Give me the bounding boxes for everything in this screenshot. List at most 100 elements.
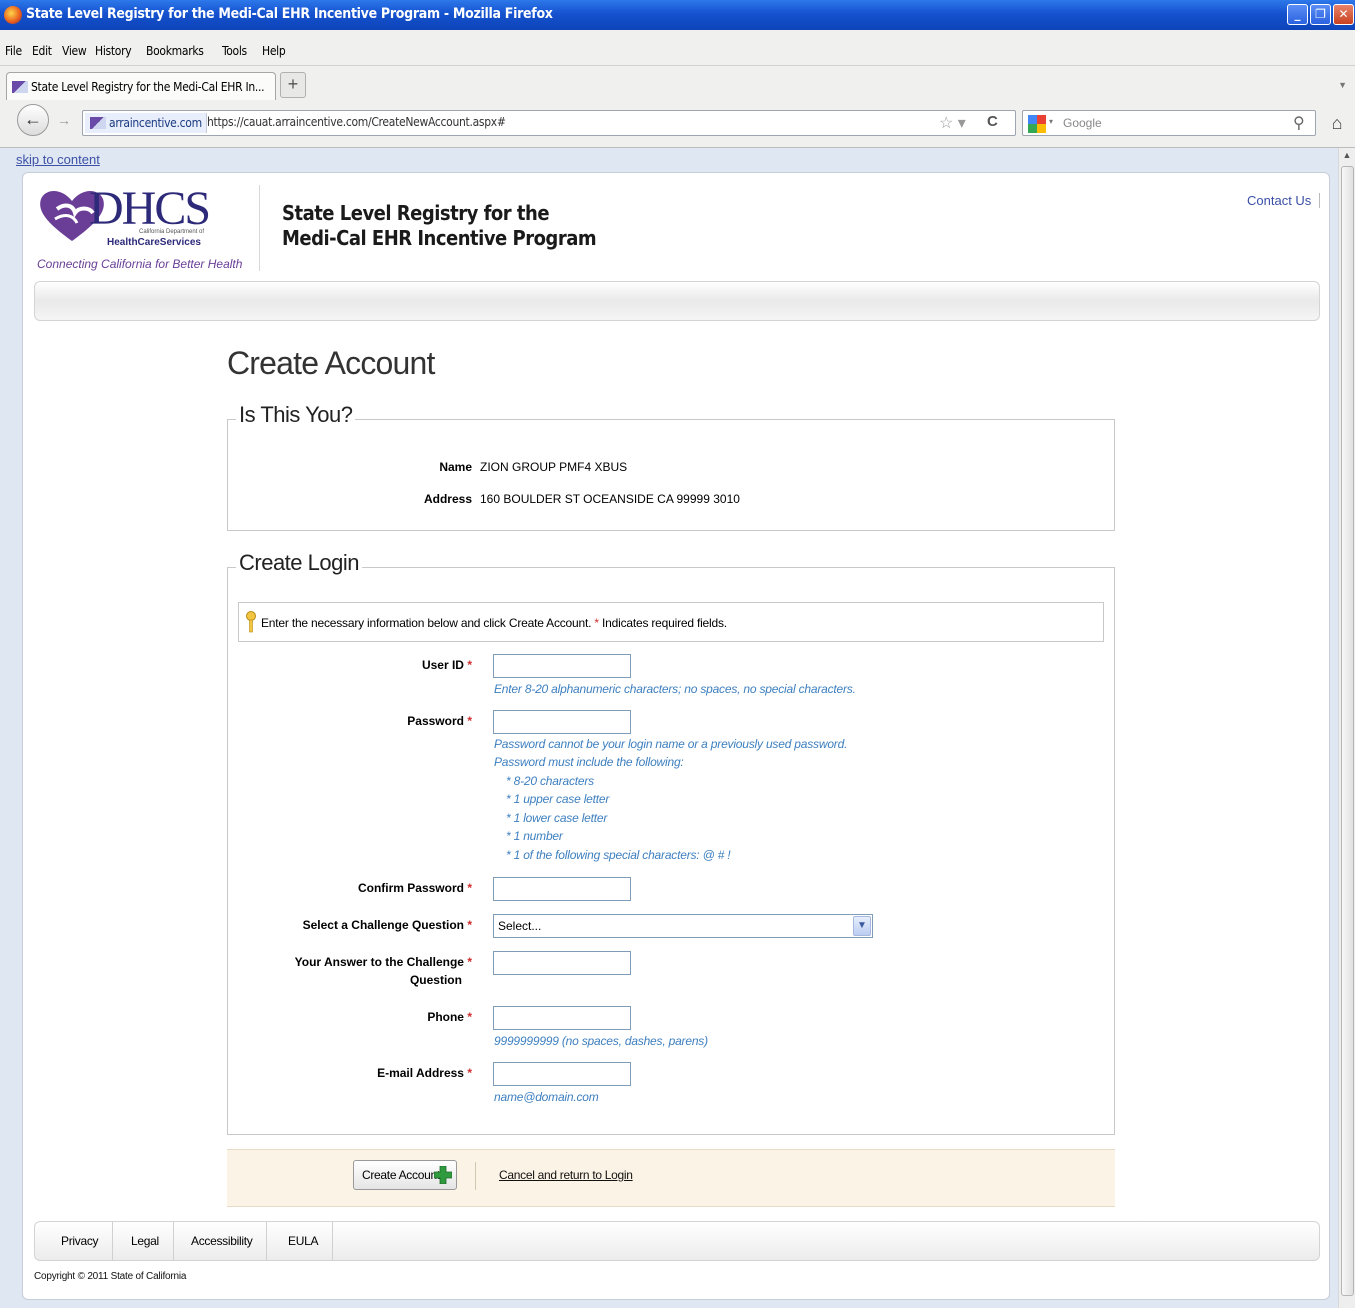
confirm-password-input[interactable] <box>493 877 631 901</box>
phone-hint: 9999999999 (no spaces, dashes, parens) <box>494 1034 708 1048</box>
chevron-down-icon[interactable]: ▼ <box>853 916 871 936</box>
restore-icon[interactable]: ❐ <box>1310 4 1331 25</box>
create-account-button[interactable]: Create Account <box>353 1160 457 1190</box>
menu-history[interactable]: History <box>95 44 132 58</box>
footer-legal-link[interactable]: Legal <box>117 1222 174 1260</box>
password-rule: * 1 number <box>506 829 563 843</box>
info-prefix: Enter the necessary information below an… <box>261 616 592 630</box>
user-id-label: User ID * <box>228 656 472 674</box>
create-login-section: Create Login Enter the necessary informa… <box>227 550 1115 1135</box>
password-hint-2: Password must include the following: <box>494 755 684 769</box>
google-engine-icon[interactable] <box>1028 115 1046 133</box>
tab-list-chevron-icon[interactable]: ▼ <box>1338 80 1347 90</box>
label-text: E-mail Address <box>377 1066 464 1080</box>
phone-input[interactable] <box>493 1006 631 1030</box>
password-rule: * 1 lower case letter <box>506 811 608 825</box>
firefox-icon <box>4 6 22 24</box>
skip-to-content-link[interactable]: skip to content <box>16 152 100 167</box>
search-bar[interactable]: ▾ Google ⚲ <box>1022 110 1316 136</box>
app-title-line-1: State Level Registry for the <box>282 201 550 225</box>
user-id-input[interactable] <box>493 654 631 678</box>
forward-button[interactable]: → <box>50 110 78 130</box>
password-label: Password * <box>228 712 472 730</box>
phone-label: Phone * <box>228 1008 472 1026</box>
page-viewport: skip to content DHCS California Departme… <box>0 148 1338 1308</box>
nav-strip <box>34 281 1320 321</box>
label-text: Your Answer to the Challenge <box>294 955 464 969</box>
label-text: Question <box>409 973 462 987</box>
menu-edit[interactable]: Edit <box>32 44 52 58</box>
is-this-you-section: Is This You? Name ZION GROUP PMF4 XBUS A… <box>227 402 1115 531</box>
menu-view[interactable]: View <box>62 44 87 58</box>
menu-tools[interactable]: Tools <box>222 44 247 58</box>
minimize-icon[interactable]: _ <box>1287 4 1308 25</box>
scroll-up-icon[interactable]: ▲ <box>1341 150 1353 162</box>
challenge-answer-input[interactable] <box>493 951 631 975</box>
info-text: Enter the necessary information below an… <box>261 616 727 630</box>
label-text: Phone <box>427 1010 464 1024</box>
url-text[interactable]: https://cauat.arraincentive.com/CreateNe… <box>207 115 506 129</box>
required-star: * <box>594 616 599 630</box>
password-rule: * 1 of the following special characters:… <box>506 848 731 862</box>
back-button[interactable]: ← <box>17 104 49 136</box>
menu-help[interactable]: Help <box>262 44 286 58</box>
search-placeholder: Google <box>1063 116 1102 130</box>
logo-subtitle: California Department of <box>139 229 205 235</box>
password-rule: * 8-20 characters <box>506 774 594 788</box>
bookmark-star-icon[interactable]: ☆ ▾ <box>939 113 966 133</box>
header-divider <box>259 185 260 271</box>
close-icon[interactable]: ✕ <box>1333 4 1354 25</box>
footer-privacy-link[interactable]: Privacy <box>35 1222 114 1260</box>
page-panel: DHCS California Department of HealthCare… <box>22 172 1330 1300</box>
password-input[interactable] <box>493 710 631 734</box>
required-star: * <box>467 881 472 895</box>
reload-icon[interactable]: C <box>987 113 998 130</box>
page-title: Create Account <box>227 345 435 381</box>
info-message: Enter the necessary information below an… <box>238 602 1104 642</box>
label-text: User ID <box>421 658 464 672</box>
password-rule: * 1 upper case letter <box>506 792 610 806</box>
site-favicon-icon <box>90 117 106 129</box>
required-star: * <box>467 955 472 969</box>
action-bar: Create Account Cancel and return to Logi… <box>227 1149 1115 1207</box>
tab-label: State Level Registry for the Medi-Cal EH… <box>31 80 265 94</box>
menu-bar: File Edit View History Bookmarks Tools H… <box>0 30 1355 66</box>
menu-bookmarks[interactable]: Bookmarks <box>146 44 204 58</box>
engine-dropdown-icon[interactable]: ▾ <box>1049 117 1053 126</box>
contact-us-link[interactable]: Contact Us <box>1247 193 1321 208</box>
section-legend: Create Login <box>236 550 362 576</box>
logo-wordmark: DHCS <box>89 182 211 235</box>
site-favicon-icon <box>12 81 28 93</box>
button-label: Create Account <box>362 1168 440 1182</box>
section-legend: Is This You? <box>236 402 356 428</box>
menu-file[interactable]: File <box>5 44 22 58</box>
address-label: Address <box>423 492 472 506</box>
required-star: * <box>467 658 472 672</box>
search-magnifier-icon[interactable]: ⚲ <box>1293 113 1305 133</box>
footer-eula-link[interactable]: EULA <box>274 1222 334 1260</box>
address-bar[interactable]: arraincentive.com https://cauat.arraince… <box>82 110 1016 136</box>
email-input[interactable] <box>493 1062 631 1086</box>
dhcs-logo[interactable]: DHCS California Department of HealthCare… <box>37 182 247 265</box>
new-tab-button[interactable]: + <box>280 72 306 98</box>
required-star: * <box>467 714 472 728</box>
label-text: Password <box>407 714 464 728</box>
cancel-return-login-link[interactable]: Cancel and return to Login <box>499 1168 633 1182</box>
home-icon[interactable]: ⌂ <box>1324 110 1350 136</box>
address-value: 160 BOULDER ST OCEANSIDE CA 99999 3010 <box>480 492 740 506</box>
tab-active[interactable]: State Level Registry for the Medi-Cal EH… <box>6 72 276 100</box>
site-identity-label: arraincentive.com <box>109 116 202 130</box>
required-star: * <box>467 1010 472 1024</box>
challenge-question-label: Select a Challenge Question * <box>228 916 472 934</box>
tagline: Connecting California for Better Health <box>37 257 243 271</box>
window-title: State Level Registry for the Medi-Cal EH… <box>26 6 553 22</box>
footer-nav: Privacy Legal Accessibility EULA <box>34 1221 1320 1261</box>
confirm-password-label: Confirm Password * <box>228 879 472 897</box>
challenge-question-select[interactable]: Select... ▼ <box>493 914 873 938</box>
footer-accessibility-link[interactable]: Accessibility <box>177 1222 268 1260</box>
scrollbar-thumb[interactable] <box>1341 166 1354 1296</box>
email-label: E-mail Address * <box>228 1064 472 1082</box>
vertical-scrollbar[interactable]: ▲ <box>1338 148 1355 1308</box>
site-identity-button[interactable]: arraincentive.com <box>85 113 207 133</box>
select-value: Select... <box>498 919 542 933</box>
